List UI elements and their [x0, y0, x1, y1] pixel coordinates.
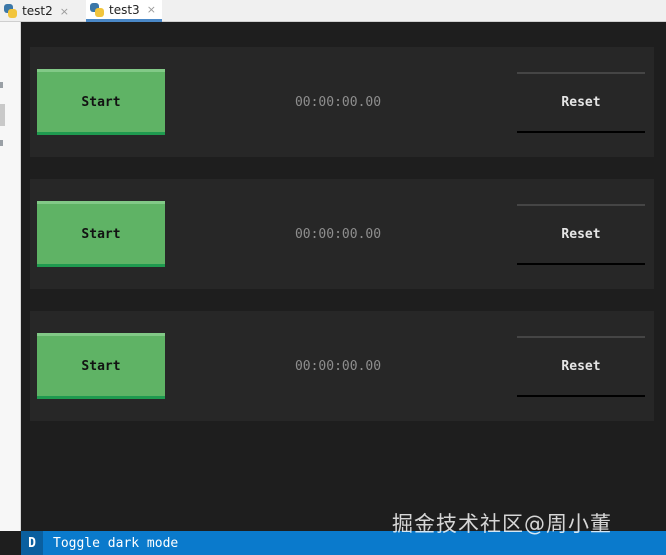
close-icon[interactable]: ×	[147, 3, 156, 16]
gutter-marker	[0, 82, 3, 88]
editor-tab-bar: test2 × test3 ×	[0, 0, 666, 22]
gutter-marker	[0, 140, 3, 146]
python-file-icon	[4, 4, 18, 18]
tab-test3[interactable]: test3 ×	[86, 0, 162, 22]
stopwatch-app: Start 00:00:00.00 Reset Start 00:00:00.0…	[21, 22, 666, 531]
start-button[interactable]: Start	[37, 333, 165, 399]
stopwatch-row: Start 00:00:00.00 Reset	[30, 311, 654, 421]
reset-button[interactable]: Reset	[517, 72, 645, 133]
watermark-text: 掘金技术社区@周小董	[392, 512, 612, 536]
elapsed-time-display: 00:00:00.00	[294, 358, 382, 374]
stopwatch-row: Start 00:00:00.00 Reset	[30, 47, 654, 157]
gutter-scroll-thumb[interactable]	[0, 104, 5, 126]
python-file-icon	[90, 2, 104, 17]
elapsed-time-display: 00:00:00.00	[294, 94, 382, 110]
keybinding-description[interactable]: Toggle dark mode	[53, 536, 178, 551]
editor-gutter	[0, 22, 21, 531]
reset-button[interactable]: Reset	[517, 336, 645, 397]
reset-button[interactable]: Reset	[517, 204, 645, 265]
keybinding-key[interactable]: D	[21, 531, 43, 555]
stopwatch-row: Start 00:00:00.00 Reset	[30, 179, 654, 289]
start-button[interactable]: Start	[37, 201, 165, 267]
tab-test2[interactable]: test2 ×	[0, 0, 75, 22]
close-icon[interactable]: ×	[60, 5, 69, 18]
tab-label: test2	[22, 4, 53, 18]
start-button[interactable]: Start	[37, 69, 165, 135]
tab-label: test3	[109, 2, 140, 17]
elapsed-time-display: 00:00:00.00	[294, 226, 382, 242]
